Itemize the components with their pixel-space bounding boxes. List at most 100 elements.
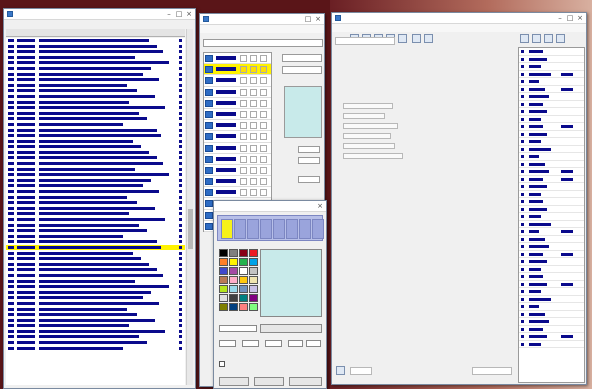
grid-cell[interactable] — [260, 66, 267, 74]
toolbar-button[interactable] — [532, 34, 541, 43]
toolbar-button[interactable] — [412, 34, 421, 43]
close-icon[interactable]: × — [576, 14, 584, 22]
grid-row[interactable] — [204, 143, 271, 154]
palette-color[interactable] — [229, 249, 238, 257]
palette-color[interactable] — [239, 303, 248, 311]
palette-color[interactable] — [239, 276, 248, 284]
grid-cell[interactable] — [260, 133, 267, 141]
close-icon[interactable]: × — [316, 202, 324, 210]
palette-color[interactable] — [239, 258, 248, 266]
code-list-window[interactable]: – □ × — [3, 8, 196, 389]
form-field[interactable] — [343, 123, 398, 129]
property-row[interactable] — [519, 213, 584, 221]
code-list[interactable] — [6, 38, 185, 385]
grid-cell[interactable] — [240, 189, 247, 197]
palette-color[interactable] — [229, 258, 238, 266]
property-row[interactable] — [519, 161, 584, 168]
grid-cell[interactable] — [240, 66, 247, 74]
close-icon[interactable]: × — [185, 10, 193, 18]
grid-cell[interactable] — [260, 88, 267, 96]
palette-button[interactable] — [260, 324, 322, 333]
grid-row[interactable] — [204, 75, 271, 87]
toolbar-button[interactable] — [424, 34, 433, 43]
grid-cell[interactable] — [250, 189, 257, 197]
property-grid[interactable] — [518, 47, 585, 383]
property-row[interactable] — [519, 236, 584, 243]
property-row[interactable] — [519, 168, 584, 176]
grid-row[interactable] — [204, 53, 271, 65]
property-row[interactable] — [519, 198, 584, 206]
palette-color[interactable] — [229, 276, 238, 284]
maximize-icon[interactable]: □ — [304, 15, 312, 23]
property-row[interactable] — [519, 243, 584, 251]
property-row[interactable] — [519, 311, 584, 318]
form-canvas[interactable] — [335, 47, 515, 347]
minimize-icon[interactable]: – — [556, 14, 564, 22]
strip-cell[interactable] — [260, 219, 272, 239]
property-row[interactable] — [519, 86, 584, 93]
maximize-icon[interactable]: □ — [566, 14, 574, 22]
grid-row[interactable] — [204, 98, 271, 109]
property-value[interactable] — [561, 87, 573, 91]
property-row[interactable] — [519, 288, 584, 296]
palette-color[interactable] — [219, 294, 228, 302]
palette-color[interactable] — [239, 267, 248, 275]
left-combo[interactable] — [335, 37, 395, 45]
grid-row[interactable] — [204, 131, 271, 143]
palette-color[interactable] — [249, 276, 258, 284]
grid-cell[interactable] — [260, 144, 267, 152]
property-value[interactable] — [561, 170, 573, 173]
grid-cell[interactable] — [250, 55, 257, 62]
palette-color[interactable] — [239, 285, 248, 293]
palette-color[interactable] — [249, 249, 258, 257]
palette-color[interactable] — [229, 294, 238, 302]
toolbar-button[interactable] — [556, 34, 565, 43]
strip-cell[interactable] — [273, 219, 285, 239]
grid-cell[interactable] — [240, 178, 247, 186]
grid-cell[interactable] — [250, 144, 257, 152]
property-row[interactable] — [519, 326, 584, 333]
property-row[interactable] — [519, 273, 584, 281]
toolbar-button[interactable] — [398, 34, 407, 43]
property-row[interactable] — [519, 56, 584, 63]
property-row[interactable] — [519, 281, 584, 288]
property-row[interactable] — [519, 116, 584, 123]
property-value[interactable] — [561, 282, 573, 286]
grid-cell[interactable] — [260, 77, 267, 85]
grid-cell[interactable] — [250, 66, 257, 74]
grid-cell[interactable] — [240, 155, 247, 163]
property-row[interactable] — [519, 101, 584, 108]
property-row[interactable] — [519, 206, 584, 213]
grid-cell[interactable] — [250, 110, 257, 118]
color-strip[interactable] — [217, 215, 324, 241]
apply-button[interactable] — [254, 377, 284, 386]
grid-cell[interactable] — [260, 55, 267, 62]
grid-cell[interactable] — [250, 122, 257, 130]
palette-color[interactable] — [249, 303, 258, 311]
mode-combo[interactable] — [282, 66, 322, 74]
strip-cell[interactable] — [221, 219, 233, 239]
grid-cell[interactable] — [240, 144, 247, 152]
property-value[interactable] — [561, 252, 573, 256]
form-field[interactable] — [343, 153, 403, 159]
grid-cell[interactable] — [260, 178, 267, 186]
form-editor-titlebar[interactable]: – □ × — [332, 13, 586, 24]
property-row[interactable] — [519, 93, 584, 101]
property-row[interactable] — [519, 296, 584, 303]
grid-cell[interactable] — [240, 110, 247, 118]
toggle-icon[interactable] — [336, 366, 345, 375]
grid-row[interactable] — [204, 154, 271, 165]
palette-color[interactable] — [239, 294, 248, 302]
grid-cell[interactable] — [260, 122, 267, 130]
palette-color[interactable] — [219, 267, 228, 275]
width-spinner[interactable] — [298, 146, 320, 153]
close-icon[interactable]: × — [314, 15, 322, 23]
grid-row[interactable] — [204, 64, 271, 76]
property-row[interactable] — [519, 251, 584, 258]
palette-color[interactable] — [239, 249, 248, 257]
property-row[interactable] — [519, 303, 584, 311]
property-row[interactable] — [519, 48, 584, 56]
palette-color[interactable] — [219, 249, 228, 257]
sample-field[interactable] — [298, 176, 320, 183]
extra-spinner[interactable] — [306, 340, 321, 347]
